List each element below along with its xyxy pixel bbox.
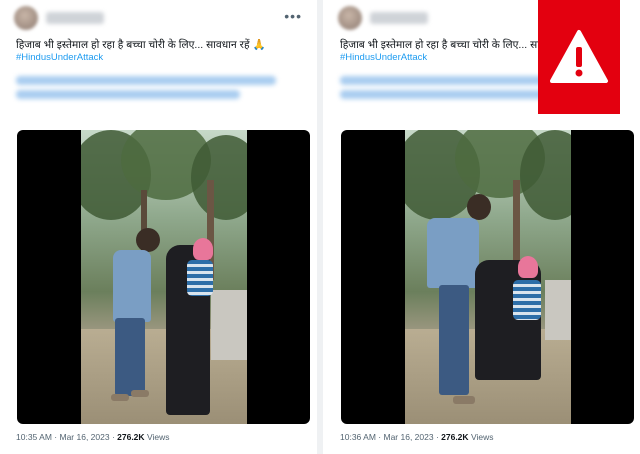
tweet-meta: 10:36 AM · Mar 16, 2023 · 276.2K Views: [340, 432, 494, 442]
video-player[interactable]: [341, 130, 634, 424]
tweet-meta: 10:35 AM · Mar 16, 2023 · 276.2K Views: [16, 432, 170, 442]
more-horizontal-icon[interactable]: •••: [284, 8, 302, 24]
tweet-time[interactable]: 10:36 AM: [340, 432, 376, 442]
tweet-time[interactable]: 10:35 AM: [16, 432, 52, 442]
tweet-text: हिजाब भी इस्तेमाल हो रहा है बच्चा चोरी क…: [16, 39, 266, 51]
hashtag-link[interactable]: #HindusUnderAttack: [340, 52, 427, 63]
avatar-blurred[interactable]: [14, 6, 38, 30]
video-player[interactable]: [17, 130, 310, 424]
avatar-blurred[interactable]: [338, 6, 362, 30]
tweet-card-left[interactable]: ••• हिजाब भी इस्तेमाल हो रहा है बच्चा चो…: [0, 0, 316, 454]
warning-badge: [538, 0, 620, 114]
views-count: 276.2K: [441, 432, 469, 442]
video-frame: [81, 130, 247, 424]
views-label: Views: [470, 432, 494, 442]
blurred-text-block: [16, 76, 276, 106]
tweet-date[interactable]: Mar 16, 2023: [383, 432, 433, 442]
views-label: Views: [146, 432, 170, 442]
tweet-header: •••: [14, 6, 306, 32]
hashtag-link[interactable]: #HindusUnderAttack: [16, 52, 103, 63]
warning-triangle-icon: [550, 30, 608, 83]
username-blurred[interactable]: [46, 12, 104, 24]
views-count: 276.2K: [117, 432, 145, 442]
username-blurred[interactable]: [370, 12, 428, 24]
panel-divider: [317, 0, 323, 454]
tweet-date[interactable]: Mar 16, 2023: [59, 432, 109, 442]
video-frame: [405, 130, 571, 424]
